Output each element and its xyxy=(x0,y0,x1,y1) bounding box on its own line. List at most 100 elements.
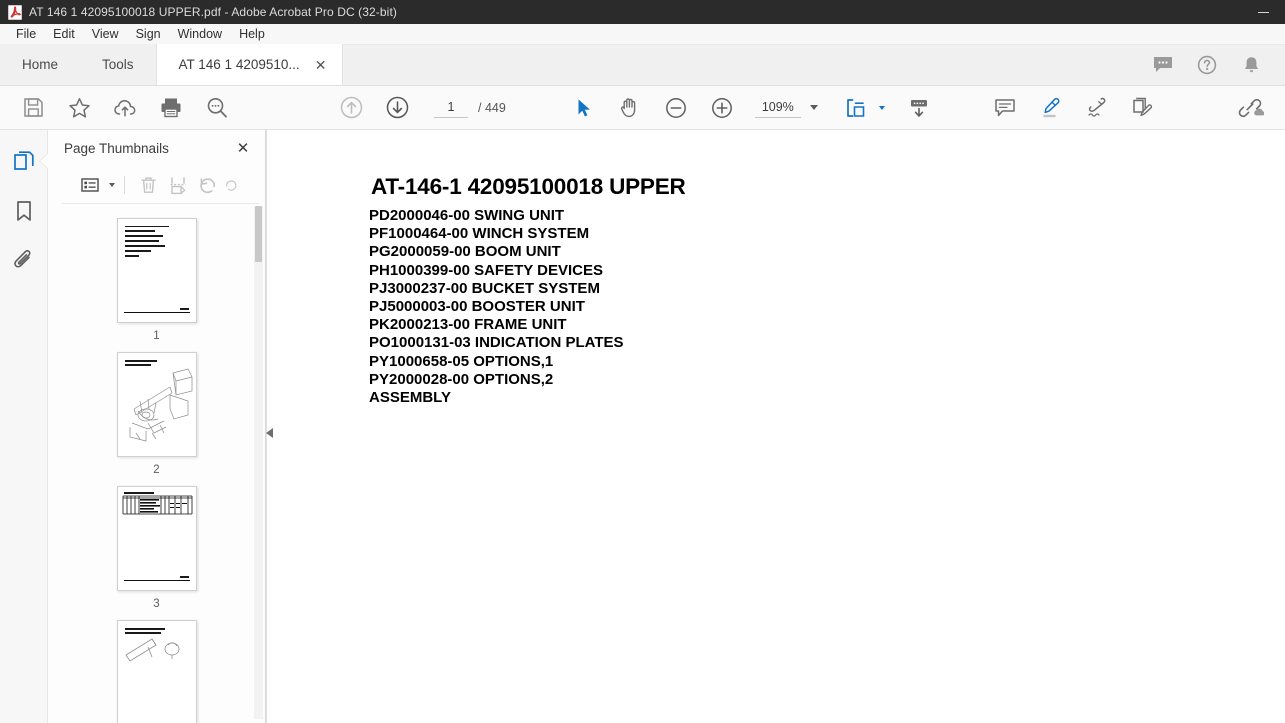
tab-document-label: AT 146 1 4209510... xyxy=(178,57,300,72)
paperclip-icon xyxy=(14,249,31,268)
doc-line: PH1000399-00 SAFETY DEVICES xyxy=(369,261,604,279)
page-total-label: / 449 xyxy=(478,100,506,115)
zoom-level-value: 109% xyxy=(754,98,801,118)
list-options-icon xyxy=(80,177,99,192)
help-icon[interactable] xyxy=(1195,53,1219,77)
zoom-level-dropdown[interactable]: 109% xyxy=(754,98,822,118)
print-icon[interactable] xyxy=(155,92,187,124)
thumbnail-drawing xyxy=(124,638,179,662)
menu-bar: File Edit View Sign Window Help xyxy=(0,24,1285,45)
thumbnail-page-1[interactable] xyxy=(116,218,197,323)
page-thumbnails-panel: Page Thumbnails ✕ 1 2 3 xyxy=(48,130,273,723)
tab-document[interactable]: AT 146 1 4209510... ✕ xyxy=(155,44,343,85)
extract-pages-button[interactable] xyxy=(164,172,192,198)
previous-page-icon[interactable] xyxy=(335,92,367,124)
close-icon[interactable]: ✕ xyxy=(314,58,328,72)
bell-icon[interactable] xyxy=(1239,53,1263,77)
rotate-ccw-button[interactable] xyxy=(194,172,222,198)
hand-tool-icon[interactable] xyxy=(614,92,646,124)
menu-file[interactable]: File xyxy=(8,25,44,43)
doc-line: ASSEMBLY xyxy=(369,389,451,407)
toolbar-view-group: 109% xyxy=(561,92,942,124)
trash-icon xyxy=(140,177,156,193)
menu-window[interactable]: Window xyxy=(170,25,230,43)
comment-icon[interactable] xyxy=(1151,53,1175,77)
tab-bar: Home Tools AT 146 1 4209510... ✕ xyxy=(0,44,1285,86)
navigation-rail xyxy=(0,130,48,723)
sidebar-item-attachments[interactable] xyxy=(9,246,39,276)
page-title: AT-146-1 42095100018 UPPER xyxy=(371,174,686,199)
star-icon[interactable] xyxy=(63,92,95,124)
thumbnail-options-button[interactable] xyxy=(76,172,104,198)
share-link-icon[interactable] xyxy=(1235,92,1267,124)
sidebar-item-bookmarks[interactable] xyxy=(9,196,39,226)
tab-home-label: Home xyxy=(22,57,59,72)
sign-tool-icon[interactable] xyxy=(1081,92,1113,124)
pdf-page-content: AT-146-1 42095100018 UPPER PD2000046-00 … xyxy=(369,174,686,407)
menu-edit[interactable]: Edit xyxy=(45,25,83,43)
fill-and-sign-icon[interactable] xyxy=(1127,92,1159,124)
panel-toolbar xyxy=(62,166,259,204)
tab-bar-right-icons xyxy=(1151,44,1285,85)
rotate-counterclockwise-icon xyxy=(200,177,216,193)
save-icon[interactable] xyxy=(17,92,49,124)
panel-header: Page Thumbnails ✕ xyxy=(48,130,265,166)
tab-home[interactable]: Home xyxy=(0,44,81,85)
menu-help[interactable]: Help xyxy=(231,25,273,43)
page-number-box: / 449 xyxy=(434,97,506,118)
upload-cloud-icon[interactable] xyxy=(109,92,141,124)
zoom-in-icon[interactable] xyxy=(706,92,738,124)
thumbnail-drawing xyxy=(129,368,192,442)
doc-line: PY2000028-00 OPTIONS,2 xyxy=(369,370,554,388)
next-page-icon[interactable] xyxy=(381,92,413,124)
page-thumbnails-icon xyxy=(13,151,34,170)
fit-page-chevron-icon[interactable] xyxy=(878,105,885,110)
select-tool-icon[interactable] xyxy=(568,92,600,124)
thumbnail-number: 3 xyxy=(153,598,160,610)
window-title: AT 146 1 42095100018 UPPER.pdf - Adobe A… xyxy=(29,5,397,19)
thumbnail-list[interactable]: 1 2 3 xyxy=(48,204,265,723)
thumbnail-page-3[interactable] xyxy=(116,486,197,591)
menu-view[interactable]: View xyxy=(84,25,127,43)
chevron-left-icon xyxy=(265,428,273,438)
sidebar-item-page-thumbnails[interactable] xyxy=(9,146,48,176)
acrobat-window: AT 146 1 42095100018 UPPER.pdf - Adobe A… xyxy=(0,0,1285,723)
toolbar-page-nav: / 449 xyxy=(328,92,506,124)
pdf-page: AT-146-1 42095100018 UPPER PD2000046-00 … xyxy=(267,130,1285,723)
list-item[interactable]: 2 xyxy=(48,352,265,476)
thumbnail-page-4[interactable] xyxy=(116,620,197,723)
document-view[interactable]: AT-146-1 42095100018 UPPER PD2000046-00 … xyxy=(266,130,1285,723)
doc-line: PF1000464-00 WINCH SYSTEM xyxy=(369,225,590,243)
doc-line: PO1000131-03 INDICATION PLATES xyxy=(369,334,624,352)
doc-line: PK2000213-00 FRAME UNIT xyxy=(369,316,567,334)
comment-tool-icon[interactable] xyxy=(989,92,1021,124)
scrollbar-thumb[interactable] xyxy=(255,206,262,262)
delete-pages-button[interactable] xyxy=(134,172,162,198)
scroll-mode-icon[interactable] xyxy=(903,92,935,124)
doc-line: PJ5000003-00 BOOSTER UNIT xyxy=(369,298,585,316)
thumbnail-page-2[interactable] xyxy=(116,352,197,457)
minimize-button[interactable] xyxy=(1241,0,1285,24)
main-toolbar: / 449 xyxy=(0,86,1285,130)
highlight-tool-icon[interactable] xyxy=(1035,92,1067,124)
zoom-out-icon[interactable] xyxy=(660,92,692,124)
thumbnail-scrollbar[interactable] xyxy=(254,206,263,719)
thumbnail-options-chevron-icon[interactable] xyxy=(109,182,115,187)
list-item[interactable]: 3 xyxy=(48,486,265,610)
body-area: Page Thumbnails ✕ 1 2 3 AT-146-1 4209510… xyxy=(0,130,1285,723)
panel-close-icon[interactable]: ✕ xyxy=(233,138,253,158)
toolbar-file-group xyxy=(10,92,240,124)
thumbnail-number: 2 xyxy=(153,464,160,476)
page-number-input[interactable] xyxy=(434,97,468,118)
list-item[interactable]: 1 xyxy=(48,218,265,342)
list-item[interactable]: 4 xyxy=(48,620,265,723)
toolbar-divider xyxy=(124,175,125,194)
search-icon[interactable] xyxy=(201,92,233,124)
menu-sign[interactable]: Sign xyxy=(128,25,169,43)
fit-page-icon[interactable] xyxy=(840,92,872,124)
panel-collapse-button[interactable] xyxy=(264,418,274,448)
tab-tools[interactable]: Tools xyxy=(80,44,156,85)
title-bar: AT 146 1 42095100018 UPPER.pdf - Adobe A… xyxy=(0,0,1285,24)
extract-pages-icon xyxy=(170,176,186,194)
rotate-cw-button[interactable] xyxy=(224,172,238,198)
